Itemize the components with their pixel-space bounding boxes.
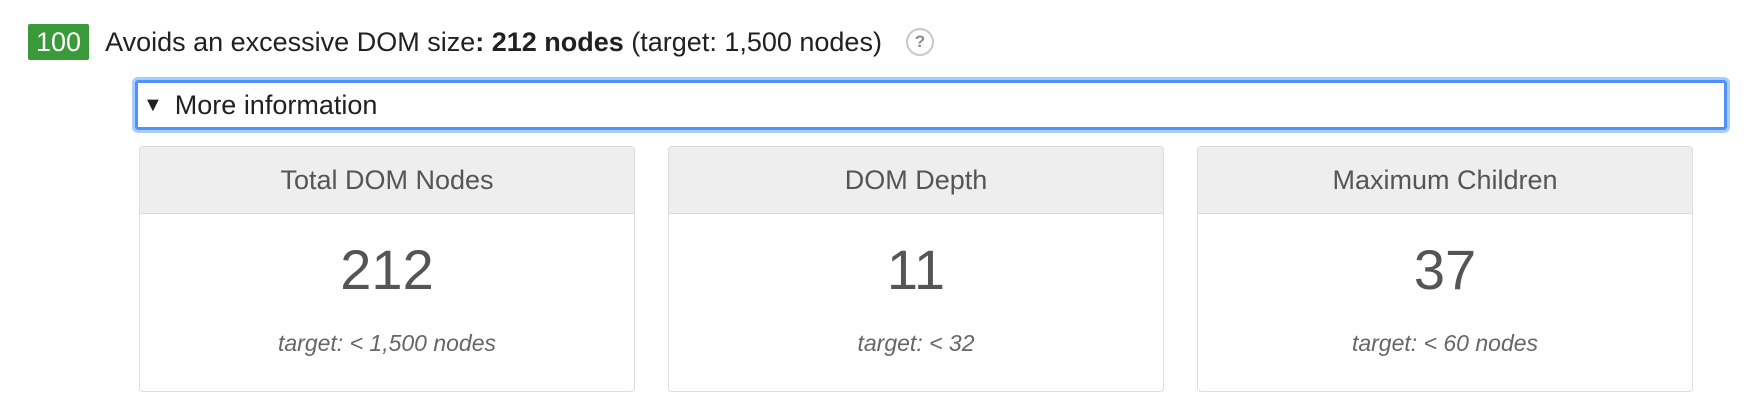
audit-title-suffix: (target: 1,500 nodes) — [623, 26, 882, 57]
score-badge: 100 — [28, 24, 90, 60]
audit-row: 100 Avoids an excessive DOM size: 212 no… — [28, 22, 934, 62]
audit-title-prefix: Avoids an excessive DOM size — [105, 26, 476, 57]
card-header: Total DOM Nodes — [140, 147, 634, 214]
metric-card-total-dom-nodes: Total DOM Nodes 212 target: < 1,500 node… — [139, 146, 635, 392]
caret-down-icon: ▼ — [143, 93, 163, 116]
audit-title: Avoids an excessive DOM size: 212 nodes … — [105, 27, 882, 58]
metric-card-dom-depth: DOM Depth 11 target: < 32 — [668, 146, 1164, 392]
card-value: 11 — [886, 238, 946, 301]
card-target: target: < 1,500 nodes — [277, 330, 497, 356]
help-icon[interactable]: ? — [905, 28, 934, 56]
card-target: target: < 60 nodes — [1351, 330, 1539, 356]
more-information-label: More information — [174, 89, 378, 120]
metric-card-maximum-children: Maximum Children 37 target: < 60 nodes — [1197, 146, 1693, 392]
card-value: 212 — [340, 238, 434, 301]
card-header: DOM Depth — [669, 147, 1163, 214]
card-header: Maximum Children — [1198, 147, 1692, 214]
card-target: target: < 32 — [857, 330, 975, 356]
audit-title-bold: : 212 nodes — [475, 26, 624, 57]
more-information-toggle[interactable]: ▼ More information — [135, 80, 1727, 130]
card-value: 37 — [1413, 238, 1477, 301]
